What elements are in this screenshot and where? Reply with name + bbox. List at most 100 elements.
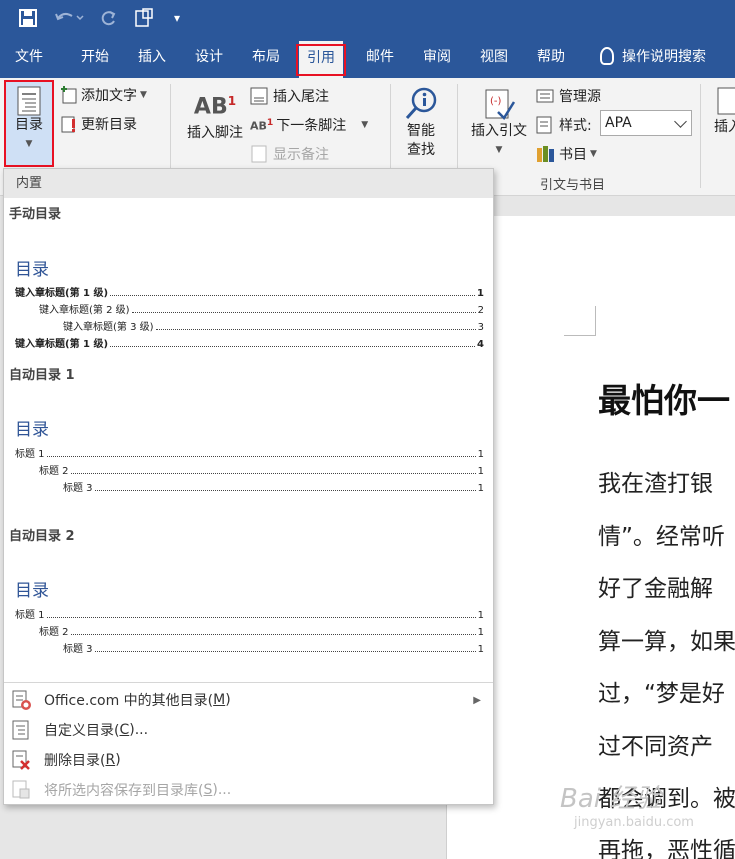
toc-preview-title: 目录 [15, 420, 49, 440]
tell-me-label: 操作说明搜索 [622, 49, 706, 65]
insert-endnote-button[interactable]: 插入尾注 [250, 86, 329, 106]
style-label-row: 样式: [536, 115, 592, 135]
gallery-section-label: 自动目录 2 [9, 529, 75, 544]
save-to-toc-gallery-menu-item[interactable]: 将所选内容保存到目录库(S)... [4, 775, 493, 805]
show-notes-button[interactable]: 显示备注 [250, 144, 329, 164]
menu-item-accel: S [203, 782, 213, 798]
save-icon[interactable] [16, 7, 40, 29]
ribbon-tabs: 文件 开始 插入 设计 布局 引用 邮件 审阅 视图 帮助 操作说明搜索 [0, 36, 735, 78]
citations-group-label: 引文与书目 [540, 178, 606, 193]
document-heading: 最怕你一 [598, 381, 730, 420]
toc-dropdown-caret: ▼ [25, 139, 33, 149]
insert-caption-icon [717, 87, 735, 115]
tell-me-box[interactable]: 操作说明搜索 [600, 46, 706, 66]
tab-insert[interactable]: 插入 [138, 46, 166, 68]
tab-home[interactable]: 开始 [81, 46, 109, 68]
bibliography-icon [537, 146, 554, 162]
smart-lookup-label-2: 查找 [407, 142, 435, 158]
update-toc-icon [61, 116, 75, 133]
toc-preview-entry: 标题 31 [63, 644, 484, 655]
document-line: 我在渣打银 [598, 471, 713, 497]
smart-lookup-button[interactable]: 智能 查找 [398, 86, 444, 160]
submenu-arrow-icon: ▶ [473, 694, 481, 706]
document-line: 情”。经常听 [598, 524, 725, 550]
document-line: 过不同资产 [598, 734, 713, 760]
add-text-button[interactable]: 添加文字 ▼ [60, 85, 147, 105]
next-footnote-button[interactable]: AB1 下一条脚注 ▼ [250, 115, 368, 135]
add-text-label: 添加文字 [81, 88, 137, 104]
tab-layout[interactable]: 布局 [252, 46, 280, 68]
builtin-header: 内置 [4, 169, 493, 198]
endnote-icon [250, 87, 268, 105]
watermark-main: Bai 经验 [560, 784, 662, 814]
gallery-section-label: 手动目录 [9, 207, 62, 222]
quick-access-toolbar: ▾ [0, 0, 735, 36]
menu-item-text: ) [225, 692, 231, 708]
remove-toc-menu-item[interactable]: 删除目录(R) [4, 745, 493, 775]
next-footnote-caret: ▼ [361, 120, 369, 130]
insert-endnote-label: 插入尾注 [273, 89, 329, 105]
manage-sources-icon [536, 89, 554, 103]
update-toc-label: 更新目录 [81, 117, 137, 133]
manage-sources-button[interactable]: 管理源 [536, 86, 601, 106]
smart-lookup-label-1: 智能 [407, 123, 435, 139]
insert-citation-button[interactable]: (-) 插入引文 ▼ [466, 88, 532, 160]
bibliography-style-select[interactable]: APA [600, 110, 692, 136]
tab-mailings[interactable]: 邮件 [366, 46, 394, 68]
menu-item-text: 自定义目录( [44, 723, 120, 739]
menu-item-accel: C [119, 722, 130, 738]
watermark: Bai 经验 jingyan.baidu.com [560, 778, 694, 830]
bibliography-label: 书目 [559, 147, 587, 163]
next-footnote-label: 下一条脚注 [276, 118, 347, 134]
menu-item-text: 将所选内容保存到目录库( [44, 783, 204, 799]
lightbulb-icon [600, 47, 614, 65]
toc-button[interactable]: 目录 ▼ [8, 86, 50, 154]
svg-text:(-): (-) [490, 96, 502, 107]
tab-view[interactable]: 视图 [480, 46, 508, 68]
tab-design[interactable]: 设计 [195, 46, 223, 68]
document-line: 好了金融解 [598, 576, 713, 602]
gallery-section-label: 自动目录 1 [9, 368, 75, 383]
custom-toc-menu-item[interactable]: 自定义目录(C)... [4, 715, 493, 745]
toc-button-label: 目录 [15, 117, 43, 133]
insert-footnote-label: 插入脚注 [187, 125, 243, 141]
tab-highlight-box [296, 44, 346, 76]
toc-preview-entry: 标题 21 [39, 466, 484, 477]
tab-file[interactable]: 文件 [15, 46, 43, 68]
tab-help[interactable]: 帮助 [537, 46, 565, 68]
bibliography-button[interactable]: 书目 ▼ [536, 144, 597, 164]
toc-preview-title: 目录 [15, 581, 49, 601]
toc-preview-entry: 标题 31 [63, 483, 484, 494]
style-label: 样式: [559, 118, 592, 134]
manage-sources-label: 管理源 [559, 89, 601, 105]
undo-icon[interactable] [52, 7, 86, 29]
format-painter-icon[interactable] [132, 7, 156, 29]
menu-item-text: )... [129, 722, 149, 738]
add-text-icon [61, 86, 77, 104]
next-footnote-icon: AB1 [250, 117, 274, 133]
tab-references[interactable]: 引用 [296, 41, 346, 78]
insert-footnote-button[interactable]: AB1 插入脚注 [182, 92, 248, 143]
add-text-caret: ▼ [140, 90, 147, 100]
toc-preview-entry: 键入章标题(第 3 级) 3 [63, 322, 484, 333]
redo-icon[interactable] [97, 7, 119, 29]
menu-item-accel: M [213, 692, 226, 708]
document-line: 再拖，恶性循 [598, 838, 735, 859]
watermark-sub: jingyan.baidu.com [574, 815, 694, 830]
footnote-icon: AB1 [193, 94, 237, 120]
save-to-gallery-icon [10, 779, 34, 801]
show-notes-icon [251, 145, 267, 163]
menu-divider [4, 682, 493, 683]
menu-item-text: Office.com 中的其他目录( [44, 693, 214, 709]
insert-citation-icon: (-) [485, 89, 516, 120]
office-com-toc-menu-item[interactable]: Office.com 中的其他目录(M) ▶ [4, 685, 493, 715]
insert-caption-button[interactable]: 插入 [708, 86, 735, 137]
update-toc-button[interactable]: 更新目录 [60, 114, 137, 134]
customize-qat-icon[interactable]: ▾ [168, 7, 186, 29]
toc-preview-entry: 标题 11 [15, 610, 484, 621]
tab-review[interactable]: 审阅 [423, 46, 451, 68]
remove-toc-icon [10, 749, 34, 771]
margin-corner-mark [564, 306, 596, 336]
office-toc-icon [10, 689, 34, 711]
insert-citation-label: 插入引文 [471, 123, 527, 139]
